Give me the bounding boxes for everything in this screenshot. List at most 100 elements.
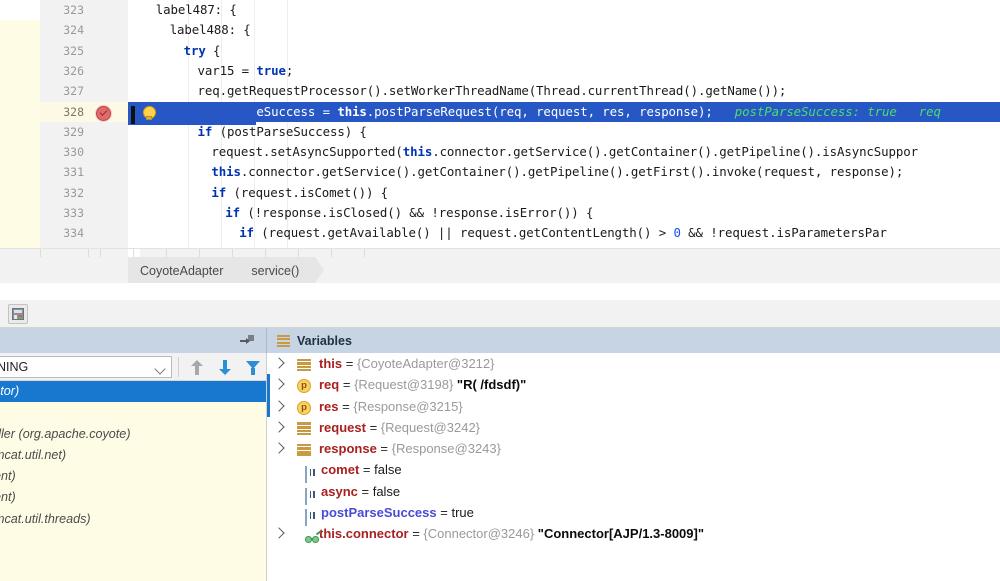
evaluate-expression-button[interactable] [8, 304, 28, 324]
code-line-330[interactable]: request.setAsyncSupported(this.connector… [128, 142, 1000, 162]
variables-icon [277, 334, 290, 347]
chevron-right-icon[interactable] [273, 399, 285, 412]
breadcrumb-item-0[interactable]: CoyoteAdapter [128, 257, 249, 284]
line-number: 330 [63, 145, 84, 160]
variable-label: comet = false [321, 462, 402, 477]
variable-equals: = [376, 441, 392, 457]
frame-row[interactable]: mcat.util.threads) [0, 509, 266, 530]
variables-tree[interactable]: this = {CoyoteAdapter@3212} p req = {Reque… [266, 353, 1000, 581]
variable-name: this [319, 356, 343, 371]
chevron-right-icon[interactable] [273, 421, 285, 433]
object-stack-icon [297, 422, 311, 435]
variable-ref: {Request@3198} [354, 377, 454, 393]
variable-row[interactable]: this = {CoyoteAdapter@3212} [267, 353, 1000, 374]
gutter-line-331[interactable]: 331 [40, 162, 128, 182]
chevron-right-icon[interactable] [273, 378, 285, 390]
frames-panel-header [0, 328, 266, 353]
variables-panel-header[interactable]: Variables [266, 328, 1000, 353]
filter-button[interactable] [240, 357, 266, 378]
code-line-333[interactable]: if (!response.isClosed() && !response.is… [128, 203, 1000, 223]
move-up-button[interactable] [184, 357, 210, 378]
code-line-323[interactable]: label487: { [128, 0, 1000, 20]
thread-select-value: NING [0, 360, 29, 374]
frame-row[interactable]: dler (org.apache.coyote) [0, 424, 266, 445]
variable-row[interactable]: response = {Response@3243} [267, 438, 1000, 459]
variable-row[interactable]: comet = false [267, 459, 1000, 484]
frame-label: dler (org.apache.coyote) [0, 426, 131, 441]
breadcrumb-grid [40, 249, 1000, 257]
line-number: 324 [63, 23, 84, 38]
line-number: 327 [63, 84, 84, 99]
variable-ref: {Connector@3246} [423, 526, 535, 542]
variable-row[interactable]: p req = {Request@3198} "R( /fdsdf)" [267, 374, 1000, 395]
line-number: 326 [63, 63, 84, 78]
variable-row[interactable]: request = {Request@3242} [267, 417, 1000, 438]
variable-row[interactable]: async = false [267, 481, 1000, 505]
code-line-331[interactable]: this.connector.getService().getContainer… [128, 162, 1000, 182]
code-line-325[interactable]: try { [128, 41, 1000, 61]
move-down-button[interactable] [212, 357, 238, 378]
variable-ref: {Request@3242} [380, 419, 481, 435]
chevron-right-icon[interactable] [273, 442, 285, 454]
frame-row[interactable]: mcat.util.net) [0, 445, 266, 466]
gutter-line-329[interactable]: 329 [40, 122, 128, 142]
variable-label: this.connector = {Connector@3246} "Conne… [319, 526, 704, 541]
frame-row[interactable]: ctor) [0, 381, 266, 403]
thread-select[interactable]: NING [0, 356, 172, 378]
chevron-right-icon[interactable] [273, 357, 285, 369]
parameter-icon: p [297, 400, 311, 415]
line-number: 334 [63, 226, 84, 241]
gutter-line-333[interactable]: 333 [40, 203, 128, 223]
variable-label: request = {Request@3242} [319, 420, 480, 435]
editor-annotation-strip [0, 20, 40, 248]
variable-row[interactable]: postParseSuccess = true [267, 502, 1000, 527]
gutter-line-327[interactable]: 327 [40, 81, 128, 101]
code-line-326[interactable]: var15 = true; [128, 61, 1000, 81]
frame-list[interactable]: ctor) dler (org.apache.coyote) mcat.util.n… [0, 381, 266, 581]
lightbulb-icon[interactable] [141, 106, 156, 123]
code-line-324[interactable]: label488: { [128, 20, 1000, 40]
editor-gutter[interactable]: 323 324 325 326 327 328 329 330 331 332 333 334 [40, 0, 129, 248]
code-line-328[interactable]: postParseSuccess = this.postParseRequest… [128, 101, 1000, 122]
variable-label: response = {Response@3243} [319, 441, 501, 456]
window-split-gap [0, 283, 1000, 300]
frame-label: ent) [0, 469, 16, 484]
gutter-line-334[interactable]: 334 [40, 223, 128, 243]
settings-pin-icon[interactable] [240, 335, 254, 346]
variable-equals: = [408, 526, 424, 542]
funnel-icon [246, 361, 260, 375]
code-line-329[interactable]: if (postParseSuccess) { [128, 122, 1000, 142]
variable-value: "R( /fdsdf)" [453, 377, 527, 393]
variable-row[interactable]: p res = {Response@3215} [267, 396, 1000, 417]
breadcrumb-item-1[interactable]: service() [239, 257, 325, 284]
line-number: 331 [63, 165, 84, 180]
gutter-line-326[interactable]: 326 [40, 61, 128, 81]
debug-toolbar [0, 300, 1000, 328]
code-line-327[interactable]: req.getRequestProcessor().setWorkerThrea… [128, 81, 1000, 101]
line-number: 323 [63, 3, 84, 17]
variable-value: false [374, 462, 402, 478]
variable-ref: {Response@3243} [391, 441, 501, 457]
gutter-line-332[interactable]: 332 [40, 183, 128, 203]
object-stack-icon [297, 443, 311, 457]
gutter-line-325[interactable]: 325 [40, 41, 128, 61]
variable-name: comet [321, 462, 360, 478]
variable-value: true [451, 505, 474, 521]
variable-row[interactable]: this.connector = {Connector@3246} "Conne… [267, 523, 1000, 544]
gutter-line-323[interactable]: 323 [40, 0, 128, 20]
variable-equals: = [339, 377, 355, 393]
chevron-right-icon[interactable] [273, 527, 285, 540]
code-editor: 323 324 325 326 327 328 329 330 331 332 333 334 lab… [0, 0, 1000, 248]
code-line-332[interactable]: if (request.isComet()) { [128, 183, 1000, 203]
gutter-line-330[interactable]: 330 [40, 142, 128, 162]
breakpoint-icon[interactable] [96, 105, 111, 121]
frame-row[interactable] [0, 402, 266, 423]
frame-row[interactable]: ent) [0, 466, 266, 487]
panel-headers: Variables [0, 328, 1000, 353]
line-number: 325 [63, 43, 84, 58]
frame-row[interactable]: ent) [0, 487, 266, 508]
gutter-line-328[interactable]: 328 [40, 101, 128, 122]
gutter-line-324[interactable]: 324 [40, 20, 128, 40]
code-text-area[interactable]: label487: {label488: {try {var15 = true;… [128, 0, 1000, 248]
code-line-334[interactable]: if (request.getAvailable() || request.ge… [128, 223, 1000, 243]
